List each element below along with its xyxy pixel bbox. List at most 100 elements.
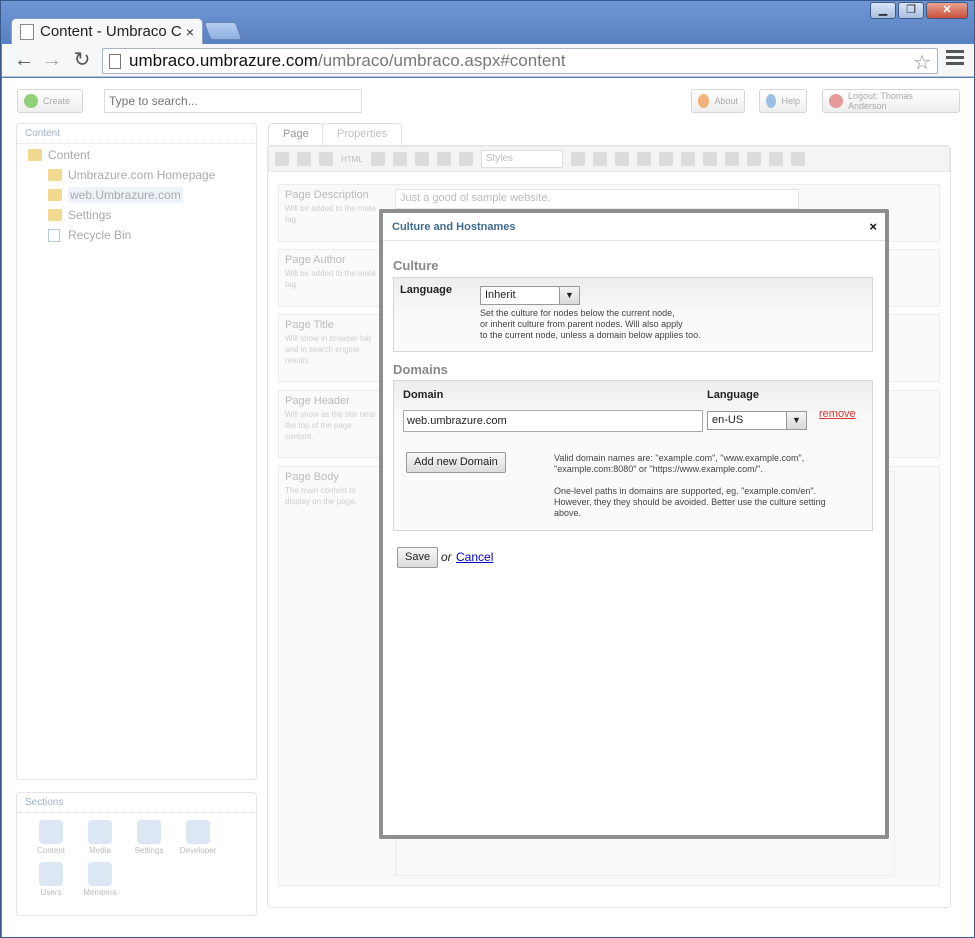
domains-title: Domains bbox=[393, 362, 448, 377]
outdent-icon[interactable] bbox=[658, 152, 673, 166]
section-settings[interactable]: Settings bbox=[124, 820, 174, 855]
tree-item-web-umbrazure[interactable]: web.Umbrazure.com bbox=[48, 187, 183, 203]
page-icon bbox=[20, 23, 34, 40]
browser-tab[interactable]: Content - Umbraco C × bbox=[11, 18, 203, 44]
html-button[interactable]: HTML bbox=[341, 155, 363, 164]
about-button[interactable]: About bbox=[691, 89, 745, 113]
minimize-button[interactable]: ▁ bbox=[870, 2, 896, 19]
property-description: Will be added to the meta tag. bbox=[285, 204, 376, 224]
folder-icon bbox=[28, 149, 42, 161]
property-label: Page Body bbox=[285, 471, 339, 483]
tree-title: Content bbox=[17, 124, 256, 144]
paste-icon[interactable] bbox=[458, 152, 473, 166]
folder-icon bbox=[48, 169, 62, 181]
dialog-title: Culture and Hostnames bbox=[383, 213, 885, 241]
document-icon bbox=[109, 53, 121, 69]
logout-button[interactable]: Logout: Thomas Anderson bbox=[822, 89, 960, 113]
url-path: /umbraco/umbraco.aspx#content bbox=[317, 51, 566, 70]
members-icon bbox=[88, 862, 112, 886]
section-users[interactable]: Users bbox=[26, 862, 76, 897]
save-publish-icon[interactable] bbox=[297, 152, 311, 166]
media-icon bbox=[88, 820, 112, 844]
sections-title: Sections bbox=[17, 793, 256, 813]
styles-select[interactable]: Styles bbox=[480, 150, 563, 168]
tree-item-content[interactable]: Content bbox=[28, 148, 90, 162]
remove-domain-link[interactable]: remove bbox=[819, 408, 856, 420]
bookmark-star-icon[interactable]: ☆ bbox=[913, 50, 931, 75]
culture-language-select[interactable]: Inherit ▼ bbox=[480, 286, 580, 305]
close-icon[interactable]: × bbox=[869, 219, 877, 234]
image-icon[interactable] bbox=[768, 152, 783, 166]
menu-icon[interactable] bbox=[946, 50, 964, 68]
or-label: or bbox=[441, 550, 452, 564]
address-bar[interactable]: umbraco.umbrazure.com/umbraco/umbraco.as… bbox=[102, 48, 938, 74]
create-button[interactable]: Create bbox=[17, 89, 83, 113]
help-icon bbox=[766, 94, 777, 108]
add-domain-button[interactable]: Add new Domain bbox=[406, 452, 506, 473]
back-arrow-icon[interactable]: ← bbox=[12, 48, 36, 72]
domain-language-select[interactable]: en-US ▼ bbox=[707, 411, 807, 430]
redo-icon[interactable] bbox=[392, 152, 407, 166]
section-members[interactable]: Members bbox=[75, 862, 125, 897]
language-hint: Set the culture for nodes below the curr… bbox=[480, 308, 701, 340]
save-icon[interactable] bbox=[275, 152, 289, 166]
property-label: Page Title bbox=[285, 319, 334, 331]
folder-icon bbox=[48, 209, 62, 221]
domain-input[interactable]: web.umbrazure.com bbox=[403, 410, 703, 432]
section-content[interactable]: Content bbox=[26, 820, 76, 855]
forward-arrow-icon[interactable]: → bbox=[40, 48, 64, 72]
maximize-button[interactable]: ❐ bbox=[898, 2, 924, 19]
tab-page[interactable]: Page bbox=[268, 123, 324, 145]
reload-icon[interactable]: ↻ bbox=[70, 48, 94, 72]
indent-icon[interactable] bbox=[680, 152, 695, 166]
save-button[interactable]: Save bbox=[397, 547, 439, 568]
page-description-input[interactable]: Just a good ol sample website. bbox=[395, 189, 799, 209]
copy-icon[interactable] bbox=[436, 152, 451, 166]
bullet-list-icon[interactable] bbox=[614, 152, 629, 166]
macro-icon[interactable] bbox=[790, 152, 805, 166]
content-icon bbox=[39, 820, 63, 844]
editor-toolbar: HTML Styles bbox=[268, 146, 950, 172]
folder-icon bbox=[48, 189, 62, 201]
plus-icon bbox=[24, 94, 38, 108]
domain-path-hint: One-level paths in domains are supported… bbox=[554, 486, 826, 518]
tree-item-recycle-bin[interactable]: Recycle Bin bbox=[48, 228, 131, 242]
browser-window: ▁ ❐ ✕ Content - Umbraco C × ← → ↻ umbrac… bbox=[0, 0, 975, 938]
tree-item-settings[interactable]: Settings bbox=[48, 208, 111, 222]
italic-icon[interactable] bbox=[592, 152, 607, 166]
section-media[interactable]: Media bbox=[75, 820, 125, 855]
domain-language-column-label: Language bbox=[707, 389, 759, 401]
link-icon[interactable] bbox=[702, 152, 717, 166]
logout-icon bbox=[829, 94, 843, 108]
close-window-button[interactable]: ✕ bbox=[926, 2, 968, 19]
recycle-bin-icon bbox=[48, 228, 60, 242]
help-button[interactable]: Help bbox=[759, 89, 807, 113]
culture-title: Culture bbox=[393, 258, 439, 273]
property-description: Will be added to the meta tag. bbox=[285, 269, 376, 289]
unlink-icon[interactable] bbox=[724, 152, 739, 166]
tab-close-icon[interactable]: × bbox=[186, 24, 194, 40]
tab-title: Content - Umbraco C bbox=[40, 23, 182, 40]
cut-icon[interactable] bbox=[414, 152, 429, 166]
preview-icon[interactable] bbox=[319, 152, 333, 166]
anchor-icon[interactable] bbox=[746, 152, 761, 166]
settings-icon bbox=[137, 820, 161, 844]
section-developer[interactable]: Developer bbox=[173, 820, 223, 855]
tab-properties[interactable]: Properties bbox=[322, 123, 403, 145]
search-input[interactable] bbox=[104, 89, 362, 113]
property-label: Page Author bbox=[285, 254, 346, 266]
bold-icon[interactable] bbox=[570, 152, 585, 166]
undo-icon[interactable] bbox=[370, 152, 385, 166]
chevron-down-icon: ▼ bbox=[559, 287, 579, 304]
property-description: Will show in browser tab and in search e… bbox=[285, 334, 372, 365]
url-host: umbraco.umbrazure.com bbox=[129, 51, 318, 70]
window-controls: ▁ ❐ ✕ bbox=[870, 2, 968, 19]
chevron-down-icon: ▼ bbox=[786, 412, 806, 429]
numbered-list-icon[interactable] bbox=[636, 152, 651, 166]
tree-item-homepage[interactable]: Umbrazure.com Homepage bbox=[48, 168, 215, 182]
property-description: The main content to display on the page. bbox=[285, 486, 357, 506]
cancel-link[interactable]: Cancel bbox=[456, 550, 493, 564]
property-label: Page Header bbox=[285, 395, 350, 407]
new-tab-button[interactable] bbox=[203, 22, 243, 40]
browser-toolbar: ← → ↻ umbraco.umbrazure.com/umbraco/umbr… bbox=[2, 44, 974, 77]
